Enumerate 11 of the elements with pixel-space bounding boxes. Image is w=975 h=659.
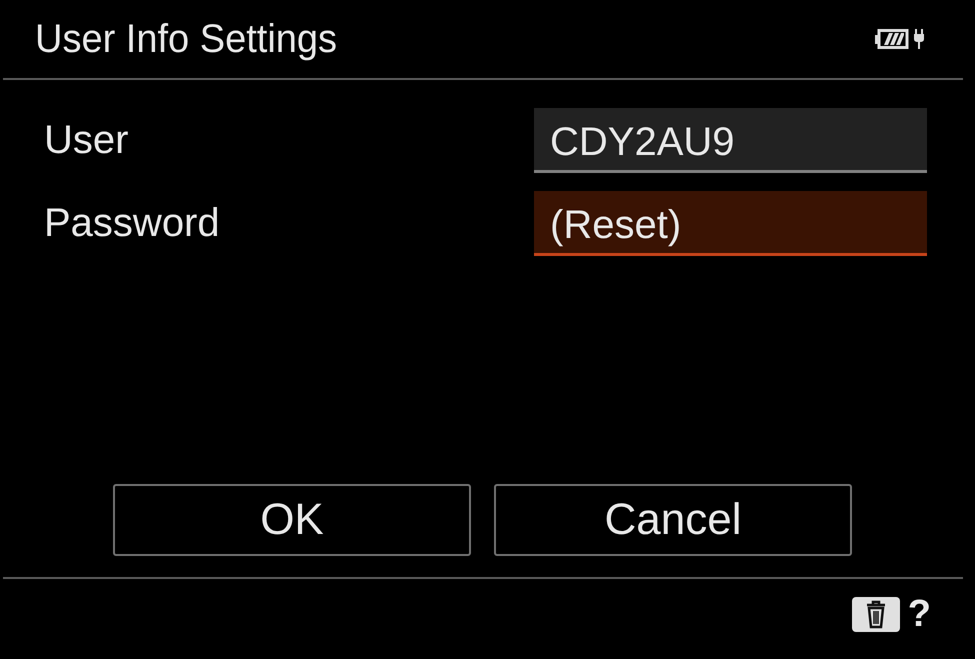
- screen-title: User Info Settings: [35, 16, 338, 62]
- help-icon[interactable]: ?: [908, 597, 931, 631]
- field-label: Password: [44, 201, 220, 246]
- battery-icon: [875, 29, 909, 49]
- input-field[interactable]: CDY2AU9: [534, 108, 927, 173]
- cancel-button[interactable]: Cancel: [494, 484, 852, 556]
- field-label: User: [44, 118, 128, 163]
- plug-icon: [913, 29, 925, 49]
- ok-button[interactable]: OK: [113, 484, 471, 556]
- trash-icon[interactable]: [852, 597, 900, 632]
- input-field[interactable]: (Reset): [534, 191, 927, 256]
